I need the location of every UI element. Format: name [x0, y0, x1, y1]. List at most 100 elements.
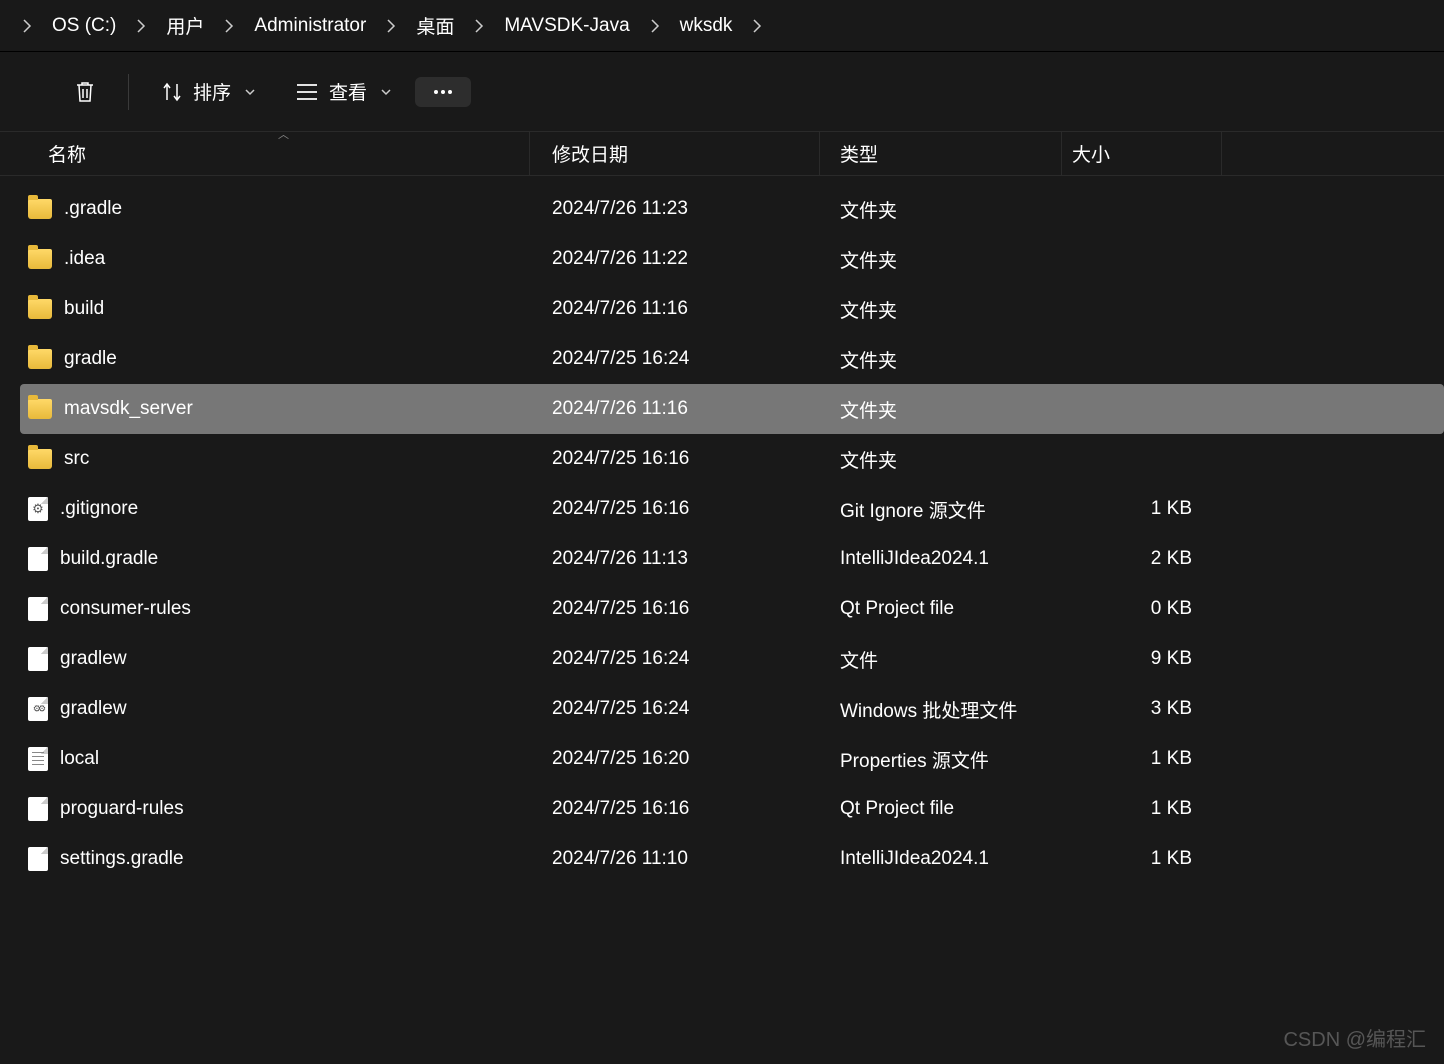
folder-icon	[28, 399, 52, 419]
file-type: 文件夹	[840, 196, 897, 223]
file-name: settings.gradle	[60, 848, 184, 870]
chevron-right-icon[interactable]	[374, 19, 408, 33]
file-date: 2024/7/26 11:16	[552, 298, 688, 320]
file-row[interactable]: src 2024/7/25 16:16 文件夹	[20, 434, 1444, 484]
file-size: 1 KB	[1151, 748, 1192, 770]
file-size: 1 KB	[1151, 848, 1192, 870]
more-button[interactable]	[415, 77, 471, 107]
file-name: src	[64, 448, 89, 470]
file-name: mavsdk_server	[64, 398, 193, 420]
file-date: 2024/7/26 11:22	[552, 248, 688, 270]
folder-icon	[28, 199, 52, 219]
file-type: 文件夹	[840, 346, 897, 373]
file-row[interactable]: .idea 2024/7/26 11:22 文件夹	[20, 234, 1444, 284]
file-name: .gitignore	[60, 498, 138, 520]
file-date: 2024/7/25 16:20	[552, 748, 689, 770]
file-row[interactable]: local 2024/7/25 16:20 Properties 源文件 1 KB	[20, 734, 1444, 784]
file-icon	[28, 647, 48, 671]
file-size: 1 KB	[1151, 498, 1192, 520]
file-size: 2 KB	[1151, 548, 1192, 570]
chevron-right-icon[interactable]	[462, 19, 496, 33]
chevron-right-icon[interactable]	[212, 19, 246, 33]
file-row[interactable]: build.gradle 2024/7/26 11:13 IntelliJIdea2…	[20, 534, 1444, 584]
file-name: gradlew	[60, 698, 127, 720]
toolbar-divider	[128, 74, 129, 110]
breadcrumb: OS (C:) 用户 Administrator 桌面 MAVSDK-Java …	[0, 0, 1444, 52]
file-date: 2024/7/25 16:24	[552, 698, 689, 720]
folder-icon	[28, 349, 52, 369]
sort-icon	[161, 81, 183, 103]
file-date: 2024/7/26 11:23	[552, 198, 688, 220]
list-view-icon	[295, 82, 319, 102]
file-row[interactable]: gradlew2024/7/25 16:24Windows 批处理文件3 KB	[20, 684, 1444, 734]
file-date: 2024/7/25 16:16	[552, 448, 689, 470]
chevron-right-icon[interactable]	[124, 19, 158, 33]
file-date: 2024/7/26 11:16	[552, 398, 688, 420]
file-type: 文件夹	[840, 246, 897, 273]
file-row[interactable]: gradle 2024/7/25 16:24 文件夹	[20, 334, 1444, 384]
file-size: 1 KB	[1151, 798, 1192, 820]
file-name: .idea	[64, 248, 105, 270]
file-row[interactable]: mavsdk_server 2024/7/26 11:16 文件夹	[20, 384, 1444, 434]
file-icon	[28, 597, 48, 621]
column-type[interactable]: 类型	[820, 132, 1062, 175]
file-type: Qt Project file	[840, 598, 954, 620]
file-type: 文件夹	[840, 396, 897, 423]
file-type: 文件	[840, 646, 878, 673]
chevron-right-icon[interactable]	[638, 19, 672, 33]
file-row[interactable]: consumer-rules2024/7/25 16:16Qt Project …	[20, 584, 1444, 634]
breadcrumb-item[interactable]: OS (C:)	[44, 15, 124, 37]
file-type: IntelliJIdea2024.1	[840, 548, 989, 570]
breadcrumb-item[interactable]: 桌面	[408, 12, 462, 39]
watermark: CSDN @编程汇	[1283, 1023, 1426, 1052]
file-row[interactable]: proguard-rules2024/7/25 16:16Qt Project …	[20, 784, 1444, 834]
delete-button[interactable]	[58, 70, 112, 114]
breadcrumb-item[interactable]: Administrator	[246, 15, 374, 37]
file-size: 9 KB	[1151, 648, 1192, 670]
file-name: build.gradle	[60, 548, 158, 570]
file-name: local	[60, 748, 99, 770]
file-icon	[28, 547, 48, 571]
column-size[interactable]: 大小	[1062, 132, 1222, 175]
text-file-icon	[28, 747, 48, 771]
folder-icon	[28, 299, 52, 319]
folder-icon	[28, 449, 52, 469]
file-icon	[28, 847, 48, 871]
file-type: IntelliJIdea2024.1	[840, 848, 989, 870]
file-row[interactable]: .gradle 2024/7/26 11:23 文件夹	[20, 184, 1444, 234]
settings-file-icon	[28, 497, 48, 521]
folder-icon	[28, 249, 52, 269]
file-row[interactable]: gradlew2024/7/25 16:24文件9 KB	[20, 634, 1444, 684]
file-size: 0 KB	[1151, 598, 1192, 620]
file-date: 2024/7/25 16:16	[552, 798, 689, 820]
file-name: gradle	[64, 348, 117, 370]
file-date: 2024/7/25 16:24	[552, 348, 689, 370]
file-size: 3 KB	[1151, 698, 1192, 720]
file-date: 2024/7/25 16:16	[552, 598, 689, 620]
file-row[interactable]: settings.gradle 2024/7/26 11:10 IntelliJId…	[20, 834, 1444, 884]
sort-label: 排序	[193, 78, 231, 105]
file-name: .gradle	[64, 198, 122, 220]
file-name: build	[64, 298, 104, 320]
column-date[interactable]: 修改日期	[530, 132, 820, 175]
sort-button[interactable]: 排序	[145, 68, 271, 115]
ellipsis-icon	[433, 89, 453, 95]
columns-header: ︿ 名称 修改日期 类型 大小	[0, 132, 1444, 176]
file-row[interactable]: .gitignore2024/7/25 16:16Git Ignore 源文件1…	[20, 484, 1444, 534]
view-button[interactable]: 查看	[279, 68, 407, 115]
file-name: proguard-rules	[60, 798, 184, 820]
breadcrumb-item[interactable]: 用户	[158, 12, 212, 39]
file-type: 文件夹	[840, 446, 897, 473]
file-type: Properties 源文件	[840, 746, 989, 773]
breadcrumb-item[interactable]: wksdk	[672, 15, 741, 37]
chevron-right-icon[interactable]	[10, 19, 44, 33]
file-date: 2024/7/25 16:24	[552, 648, 689, 670]
chevron-down-icon	[245, 85, 255, 99]
trash-icon	[74, 80, 96, 104]
chevron-right-icon[interactable]	[740, 19, 774, 33]
file-row[interactable]: build2024/7/26 11:16文件夹	[20, 284, 1444, 334]
column-name[interactable]: 名称	[20, 132, 530, 175]
file-date: 2024/7/26 11:10	[552, 848, 688, 870]
file-date: 2024/7/26 11:13	[552, 548, 688, 570]
breadcrumb-item[interactable]: MAVSDK-Java	[496, 15, 637, 37]
